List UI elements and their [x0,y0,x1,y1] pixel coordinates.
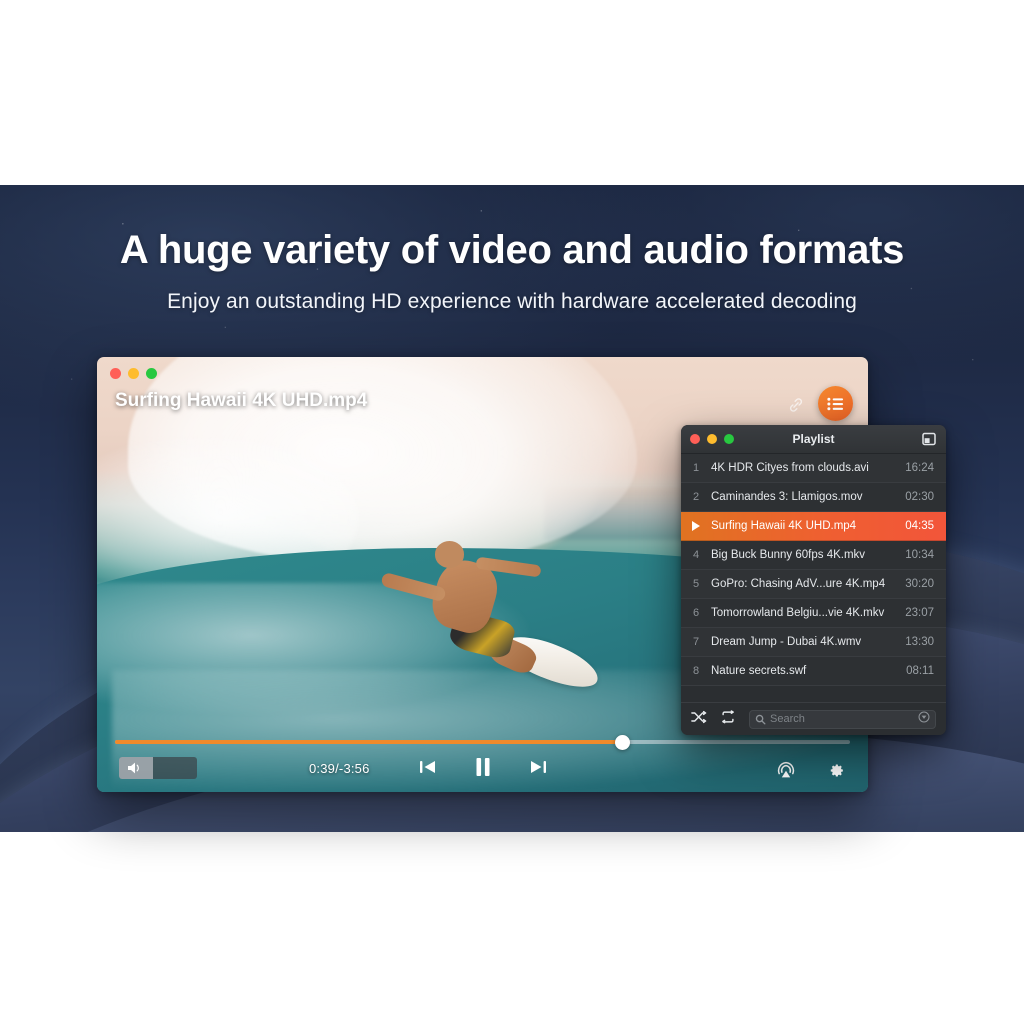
playlist-row[interactable]: 5 GoPro: Chasing AdV...ure 4K.mp4 30:20 [681,570,946,599]
playlist-row-name: Caminandes 3: Llamigos.mov [711,491,863,503]
now-playing-icon [692,521,700,531]
player-traffic-lights[interactable] [110,368,157,379]
playlist-row-name: GoPro: Chasing AdV...ure 4K.mp4 [711,578,886,590]
playlist-row[interactable]: 2 Caminandes 3: Llamigos.mov 02:30 [681,483,946,512]
progress-fill [115,740,623,744]
page-root: A huge variety of video and audio format… [0,0,1024,1024]
playlist-title: Playlist [792,432,835,446]
playlist-footer: Search [681,702,946,735]
playlist-row-index: 1 [692,462,700,474]
playlist-row-name: Big Buck Bunny 60fps 4K.mkv [711,549,866,561]
surfer-figure [375,522,606,697]
playlist-row[interactable]: Surfing Hawaii 4K UHD.mp4 04:35 [681,512,946,541]
playlist-row-index: 6 [692,607,700,619]
playlist-row-name: Tomorrowland Belgiu...vie 4K.mkv [711,607,885,619]
playlist-row-index: 8 [692,665,700,677]
close-button[interactable] [110,368,121,379]
playlist-window[interactable]: Playlist 1 4K HDR Cityes from clouds.avi 1… [681,425,946,735]
detach-window-icon[interactable] [922,432,936,446]
playlist-row-index: 4 [692,549,700,561]
playlist-row-duration: 10:34 [905,549,934,561]
secondary-controls [773,757,848,783]
playlist-row-duration: 23:07 [905,607,934,619]
next-button[interactable] [525,754,551,780]
playlist-row[interactable]: 1 4K HDR Cityes from clouds.avi 16:24 [681,454,946,483]
page-title: A huge variety of video and audio format… [119,228,905,272]
search-placeholder: Search [770,713,805,725]
playlist-menu-button[interactable] [818,386,853,421]
playlist-row-duration: 02:30 [905,491,934,503]
playlist-row-duration: 08:11 [906,665,934,677]
pause-button[interactable] [470,754,496,780]
link-icon[interactable] [786,395,806,415]
transport-controls [97,754,868,780]
playlist-row[interactable]: 6 Tomorrowland Belgiu...vie 4K.mkv 23:07 [681,599,946,628]
repeat-icon[interactable] [720,709,736,729]
search-filter-icon[interactable] [918,710,930,728]
playlist-row[interactable]: 8 Nature secrets.swf 08:11 [681,657,946,686]
playlist-row-name: Nature secrets.swf [711,665,807,677]
page-subtitle: Enjoy an outstanding HD experience with … [167,290,857,313]
playlist-row-name: Dream Jump - Dubai 4K.wmv [711,636,862,648]
playlist-titlebar: Playlist [681,425,946,454]
player-controls: 0:39/-3:56 [97,730,868,792]
surfer-head [434,541,464,568]
minimize-button[interactable] [128,368,139,379]
search-icon [755,714,766,724]
playlist-row-name: Surfing Hawaii 4K UHD.mp4 [711,520,857,532]
zoom-button[interactable] [146,368,157,379]
playlist-row-duration: 16:24 [905,462,934,474]
playlist-row-index: 2 [692,491,700,503]
playlist-row-index: 7 [692,636,700,648]
playlist-empty-space [681,686,946,702]
playlist-row-duration: 04:35 [905,520,934,532]
playlist-row-duration: 30:20 [905,578,934,590]
progress-handle[interactable] [615,734,631,750]
playlist-row[interactable]: 7 Dream Jump - Dubai 4K.wmv 13:30 [681,628,946,657]
airplay-icon[interactable] [773,757,799,783]
previous-button[interactable] [415,754,441,780]
video-title: Surfing Hawaii 4K UHD.mp4 [115,390,368,411]
playlist-row-duration: 13:30 [905,636,934,648]
playlist-row-index: 5 [692,578,700,590]
playlist-rows: 1 4K HDR Cityes from clouds.avi 16:24 2 Cami… [681,454,946,702]
surfer-arm-left [380,571,447,602]
playlist-row-index [681,521,711,531]
playlist-row[interactable]: 4 Big Buck Bunny 60fps 4K.mkv 10:34 [681,541,946,570]
progress-slider[interactable] [115,734,850,750]
playlist-row-name: 4K HDR Cityes from clouds.avi [711,462,869,474]
search-input[interactable]: Search [749,709,936,729]
settings-gear-icon[interactable] [822,757,848,783]
shuffle-icon[interactable] [691,710,707,729]
